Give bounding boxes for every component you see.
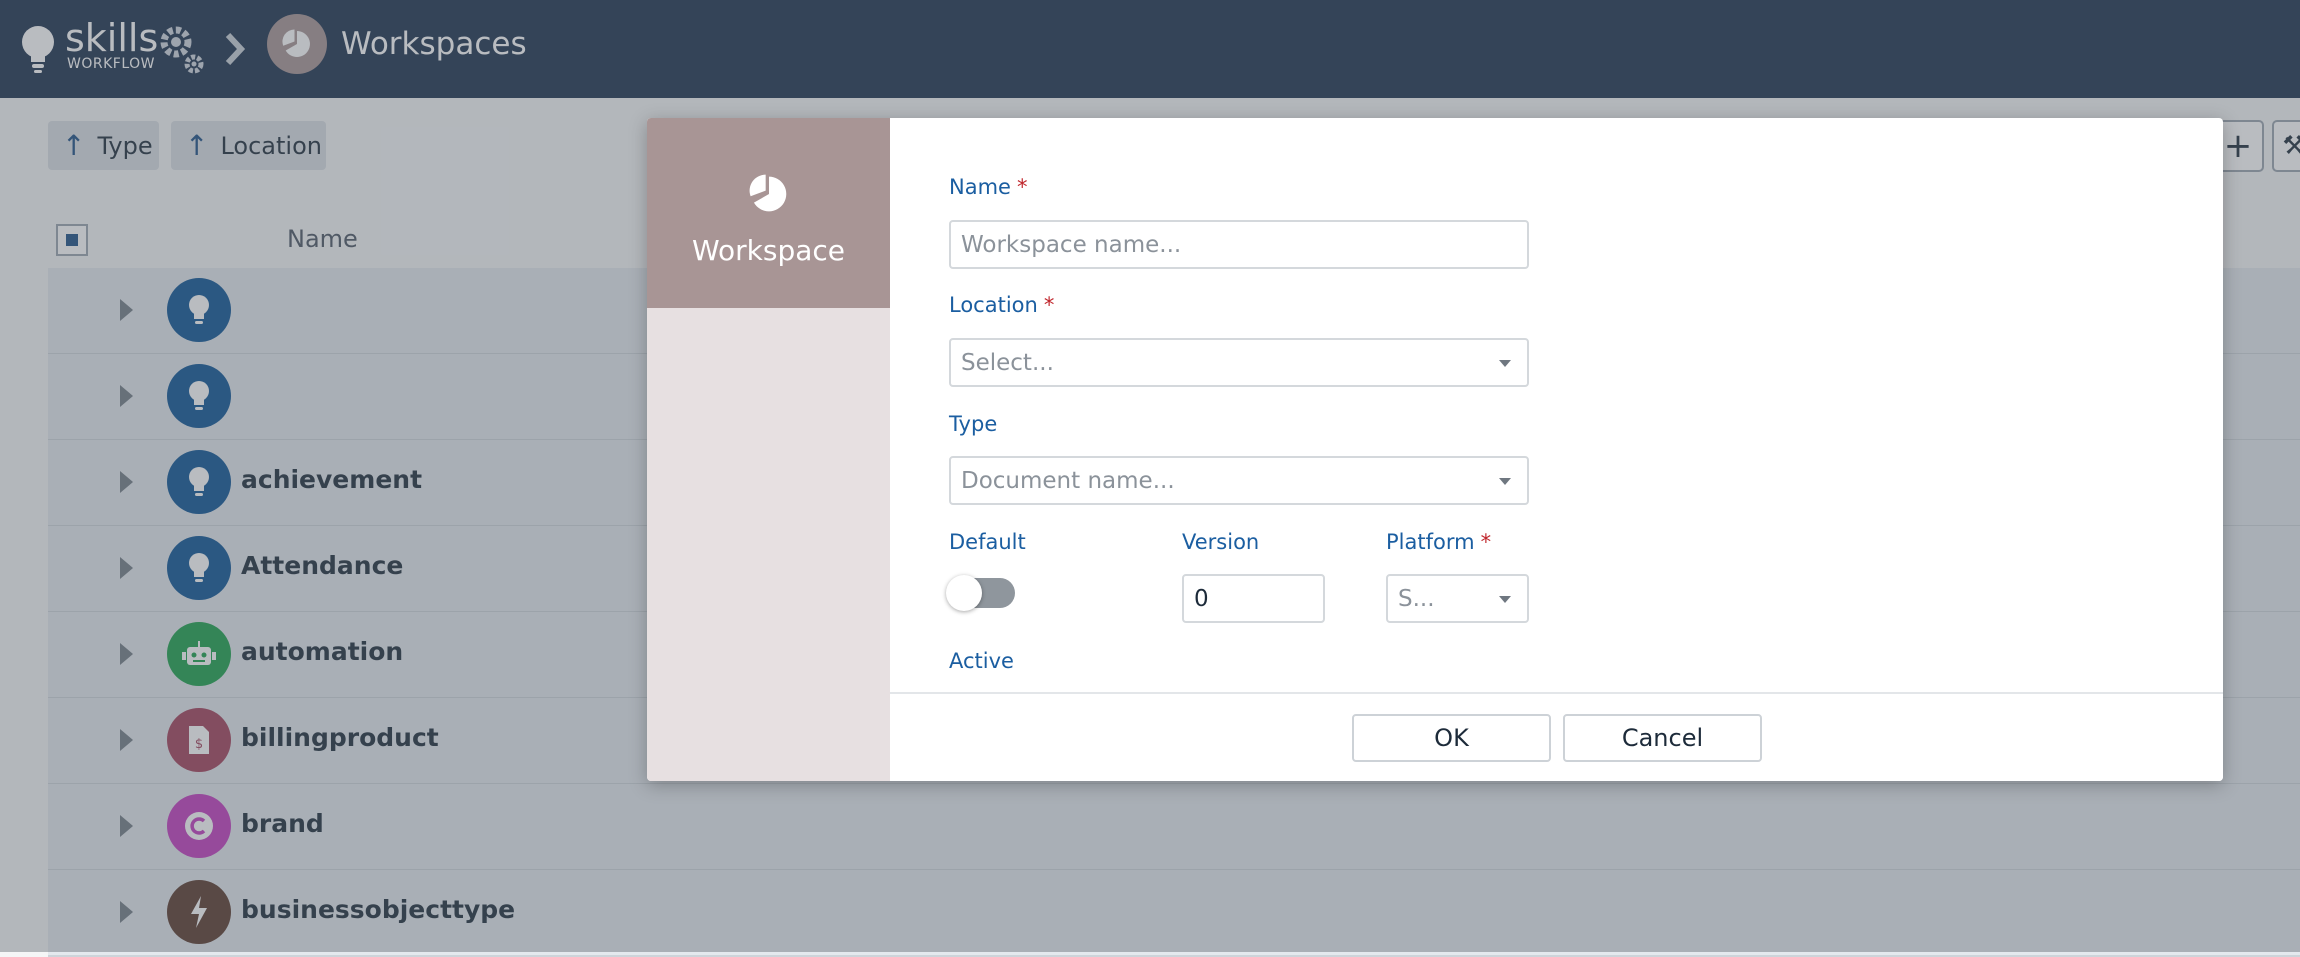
platform-select-placeholder: S...	[1398, 585, 1435, 612]
location-select[interactable]: Select...	[949, 338, 1529, 387]
pie-chart-icon	[749, 174, 787, 212]
workspace-dialog: Workspace Name* Location* Select... Type…	[647, 118, 2223, 781]
dropdown-arrow-icon	[1499, 596, 1511, 603]
dialog-sidebar-title: Workspace	[691, 234, 846, 267]
cancel-button[interactable]: Cancel	[1563, 714, 1762, 762]
name-field-label: Name *	[949, 175, 1028, 199]
location-select-placeholder: Select...	[961, 349, 1054, 376]
name-input[interactable]	[949, 220, 1529, 269]
required-marker: *	[1480, 530, 1492, 554]
dialog-sidebar-header: Workspace	[647, 118, 890, 308]
platform-field-label: Platform *	[1386, 530, 1492, 554]
dropdown-arrow-icon	[1499, 478, 1511, 485]
type-select[interactable]: Document name...	[949, 456, 1529, 505]
dropdown-arrow-icon	[1499, 360, 1511, 367]
active-field-label: Active	[949, 649, 1014, 673]
dialog-sidebar: Workspace	[647, 118, 890, 781]
location-field-label: Location *	[949, 293, 1055, 317]
ok-button[interactable]: OK	[1352, 714, 1551, 762]
toggle-knob	[946, 575, 982, 611]
version-input[interactable]	[1182, 574, 1325, 623]
version-field-label: Version	[1182, 530, 1260, 554]
type-select-placeholder: Document name...	[961, 467, 1175, 494]
dialog-form: Name* Location* Select... Type Document …	[890, 118, 2223, 781]
dialog-footer: OK Cancel	[890, 692, 2223, 781]
platform-select[interactable]: S...	[1386, 574, 1529, 623]
required-marker: *	[1043, 293, 1055, 317]
default-field-label: Default	[949, 530, 1026, 554]
type-field-label: Type	[949, 412, 998, 436]
required-marker: *	[1016, 175, 1028, 199]
default-toggle[interactable]	[946, 575, 1015, 611]
